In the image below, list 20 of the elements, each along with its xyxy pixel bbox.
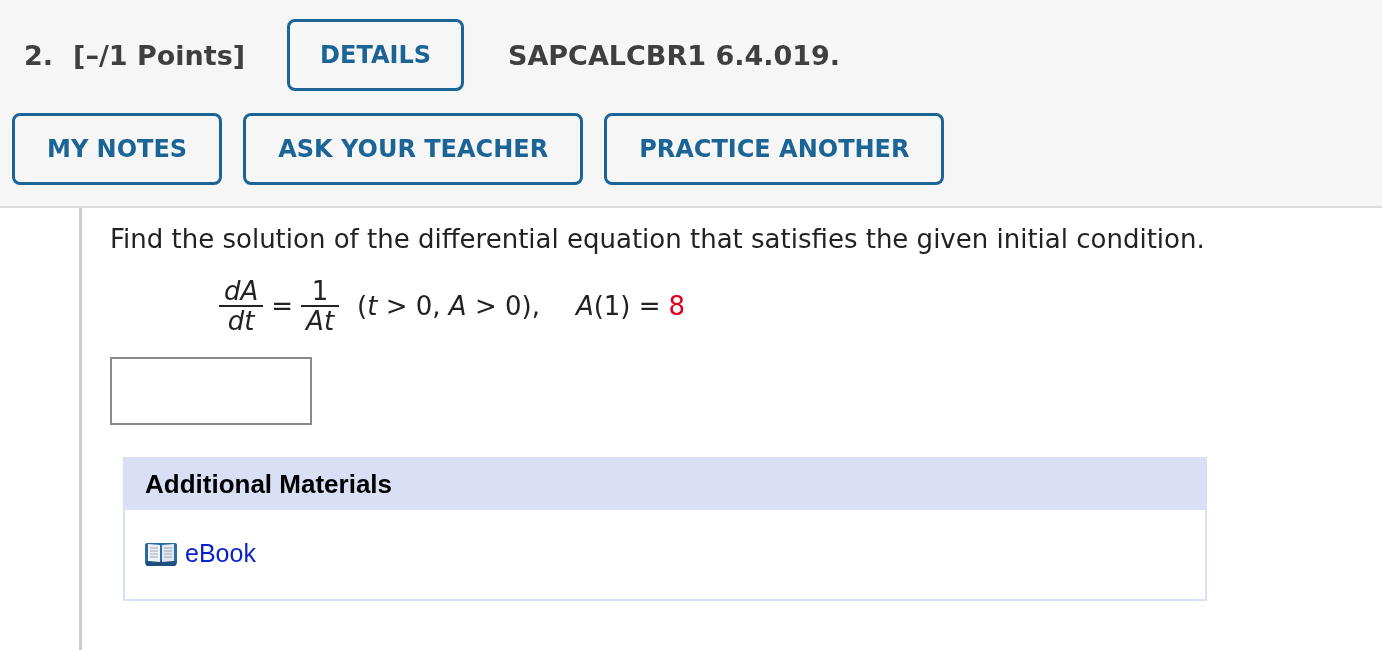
- fraction-denominator: At: [304, 307, 336, 335]
- fraction-numerator: dA: [219, 277, 264, 307]
- details-button[interactable]: DETAILS: [287, 19, 464, 91]
- ask-teacher-button[interactable]: ASK YOUR TEACHER: [243, 113, 584, 185]
- answer-field[interactable]: [110, 357, 312, 425]
- practice-another-button[interactable]: PRACTICE ANOTHER: [604, 113, 945, 185]
- fraction-numerator: 1: [301, 277, 340, 307]
- ebook-link[interactable]: eBook: [185, 539, 256, 568]
- my-notes-button[interactable]: MY NOTES: [12, 113, 223, 185]
- fraction-denominator: dt: [226, 307, 256, 335]
- question-number: 2.: [24, 39, 54, 71]
- equals-sign: =: [271, 291, 294, 321]
- question-code: SAPCALCBR1 6.4.019.: [508, 39, 841, 71]
- condition-text: (t > 0, A > 0),: [357, 291, 540, 321]
- question-prompt: Find the solution of the differential equation that satisfies the given initial condition.: [110, 223, 1206, 255]
- points-label: [–/1 Points]: [73, 39, 246, 71]
- initial-condition: A(1) =: [575, 291, 661, 321]
- initial-value: 8: [668, 291, 686, 321]
- panel-header: Additional Materials: [125, 459, 1205, 510]
- book-icon[interactable]: [145, 540, 177, 567]
